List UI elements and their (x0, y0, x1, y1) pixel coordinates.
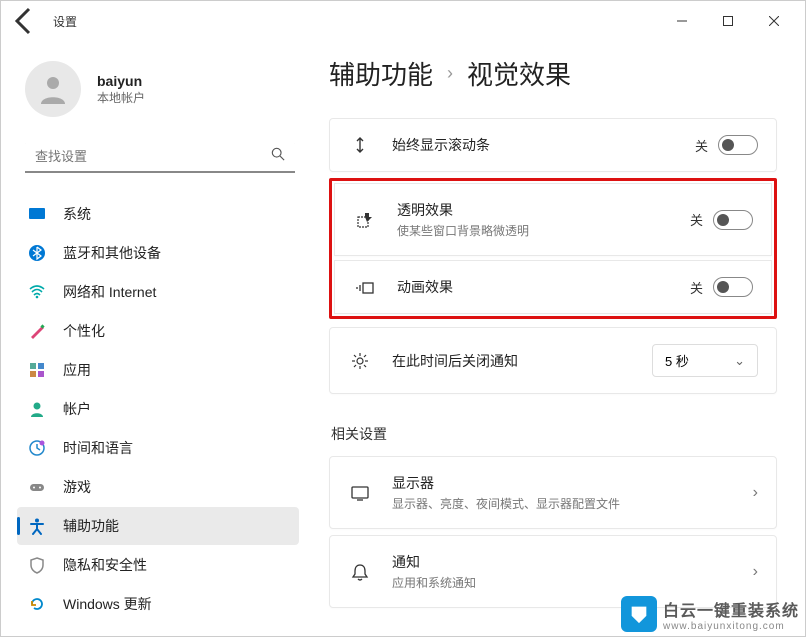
bell-icon (348, 562, 372, 582)
bluetooth-icon (27, 243, 47, 263)
sidebar-item-apps[interactable]: 应用 (17, 351, 299, 389)
sidebar: baiyun 本地帐户 系统 蓝牙和其他设备 网络 (1, 41, 309, 636)
brush-icon (27, 321, 47, 341)
account-icon (27, 399, 47, 419)
transparency-toggle[interactable] (713, 210, 753, 230)
sidebar-item-gaming[interactable]: 游戏 (17, 468, 299, 506)
update-icon (27, 594, 47, 614)
sidebar-item-label: 蓝牙和其他设备 (63, 243, 161, 263)
content-area: 辅助功能 › 视觉效果 始终显示滚动条 关 透明效果 使某些窗口背景略微透明 关 (309, 41, 805, 636)
toggle-state: 关 (690, 210, 703, 229)
watermark-url: www.baiyunxitong.com (663, 621, 799, 632)
setting-title: 透明效果 (397, 200, 690, 220)
animation-icon (353, 277, 377, 297)
sidebar-item-label: 时间和语言 (63, 438, 133, 458)
related-display[interactable]: 显示器 显示器、亮度、夜间模式、显示器配置文件 › (329, 456, 777, 529)
scrollbar-icon (348, 135, 372, 155)
back-button[interactable] (9, 5, 41, 37)
chevron-down-icon: ⌄ (734, 353, 745, 369)
transparency-icon (353, 210, 377, 230)
sidebar-item-bluetooth[interactable]: 蓝牙和其他设备 (17, 234, 299, 272)
toggle-state: 关 (695, 136, 708, 155)
setting-transparency: 透明效果 使某些窗口背景略微透明 关 (334, 183, 772, 256)
sidebar-item-update[interactable]: Windows 更新 (17, 585, 299, 623)
setting-title: 显示器 (392, 473, 753, 493)
user-profile[interactable]: baiyun 本地帐户 (17, 45, 303, 141)
sidebar-item-privacy[interactable]: 隐私和安全性 (17, 546, 299, 584)
search-input[interactable] (35, 149, 271, 164)
maximize-button[interactable] (705, 5, 751, 37)
page-title: 视觉效果 (467, 55, 571, 92)
sidebar-item-label: 个性化 (63, 321, 105, 341)
scrollbar-toggle[interactable] (718, 135, 758, 155)
sidebar-item-label: 网络和 Internet (63, 282, 156, 302)
sidebar-item-label: 帐户 (63, 399, 91, 419)
avatar (25, 61, 81, 117)
search-icon (271, 147, 285, 166)
minimize-icon (677, 16, 687, 26)
watermark: 白云一键重装系统 www.baiyunxitong.com (621, 596, 799, 632)
nav-list: 系统 蓝牙和其他设备 网络和 Internet 个性化 应用 (17, 195, 303, 636)
related-section-label: 相关设置 (331, 424, 777, 444)
sidebar-item-accounts[interactable]: 帐户 (17, 390, 299, 428)
dropdown-value: 5 秒 (665, 351, 689, 370)
close-icon (769, 16, 779, 26)
setting-animation: 动画效果 关 (334, 260, 772, 314)
shield-icon (27, 555, 47, 575)
setting-title: 通知 (392, 552, 753, 572)
arrow-left-icon (9, 5, 41, 37)
user-subtitle: 本地帐户 (97, 89, 145, 106)
chevron-right-icon: › (447, 63, 453, 84)
setting-title: 动画效果 (397, 277, 690, 297)
sidebar-item-label: 应用 (63, 360, 91, 380)
minimize-button[interactable] (659, 5, 705, 37)
titlebar: 设置 (1, 1, 805, 41)
clock-icon (27, 438, 47, 458)
setting-subtitle: 应用和系统通知 (392, 574, 753, 591)
gamepad-icon (27, 477, 47, 497)
timeout-dropdown[interactable]: 5 秒 ⌄ (652, 344, 758, 377)
user-icon (35, 71, 71, 107)
apps-icon (27, 360, 47, 380)
sidebar-item-system[interactable]: 系统 (17, 195, 299, 233)
user-name: baiyun (97, 73, 145, 89)
watermark-logo-icon (621, 596, 657, 632)
setting-title: 始终显示滚动条 (392, 135, 695, 155)
toggle-state: 关 (690, 278, 703, 297)
window-title: 设置 (53, 13, 77, 30)
sidebar-item-network[interactable]: 网络和 Internet (17, 273, 299, 311)
system-icon (27, 204, 47, 224)
chevron-right-icon: › (753, 484, 758, 502)
sidebar-item-time[interactable]: 时间和语言 (17, 429, 299, 467)
sidebar-item-label: Windows 更新 (63, 594, 152, 614)
setting-scrollbar: 始终显示滚动条 关 (329, 118, 777, 172)
search-box[interactable] (25, 141, 295, 173)
brightness-icon (348, 351, 372, 371)
display-icon (348, 483, 372, 503)
setting-notification-timeout: 在此时间后关闭通知 5 秒 ⌄ (329, 327, 777, 394)
animation-toggle[interactable] (713, 277, 753, 297)
breadcrumb-parent[interactable]: 辅助功能 (329, 55, 433, 92)
maximize-icon (723, 16, 733, 26)
setting-subtitle: 显示器、亮度、夜间模式、显示器配置文件 (392, 495, 753, 512)
chevron-right-icon: › (753, 563, 758, 581)
watermark-title: 白云一键重装系统 (663, 597, 799, 621)
setting-title: 在此时间后关闭通知 (392, 351, 652, 371)
sidebar-item-accessibility[interactable]: 辅助功能 (17, 507, 299, 545)
wifi-icon (27, 282, 47, 302)
sidebar-item-personalization[interactable]: 个性化 (17, 312, 299, 350)
highlighted-group: 透明效果 使某些窗口背景略微透明 关 动画效果 关 (329, 178, 777, 319)
sidebar-item-label: 辅助功能 (63, 516, 119, 536)
breadcrumb: 辅助功能 › 视觉效果 (329, 55, 777, 92)
sidebar-item-label: 游戏 (63, 477, 91, 497)
sidebar-item-label: 系统 (63, 204, 91, 224)
close-button[interactable] (751, 5, 797, 37)
accessibility-icon (27, 516, 47, 536)
setting-subtitle: 使某些窗口背景略微透明 (397, 222, 690, 239)
sidebar-item-label: 隐私和安全性 (63, 555, 147, 575)
